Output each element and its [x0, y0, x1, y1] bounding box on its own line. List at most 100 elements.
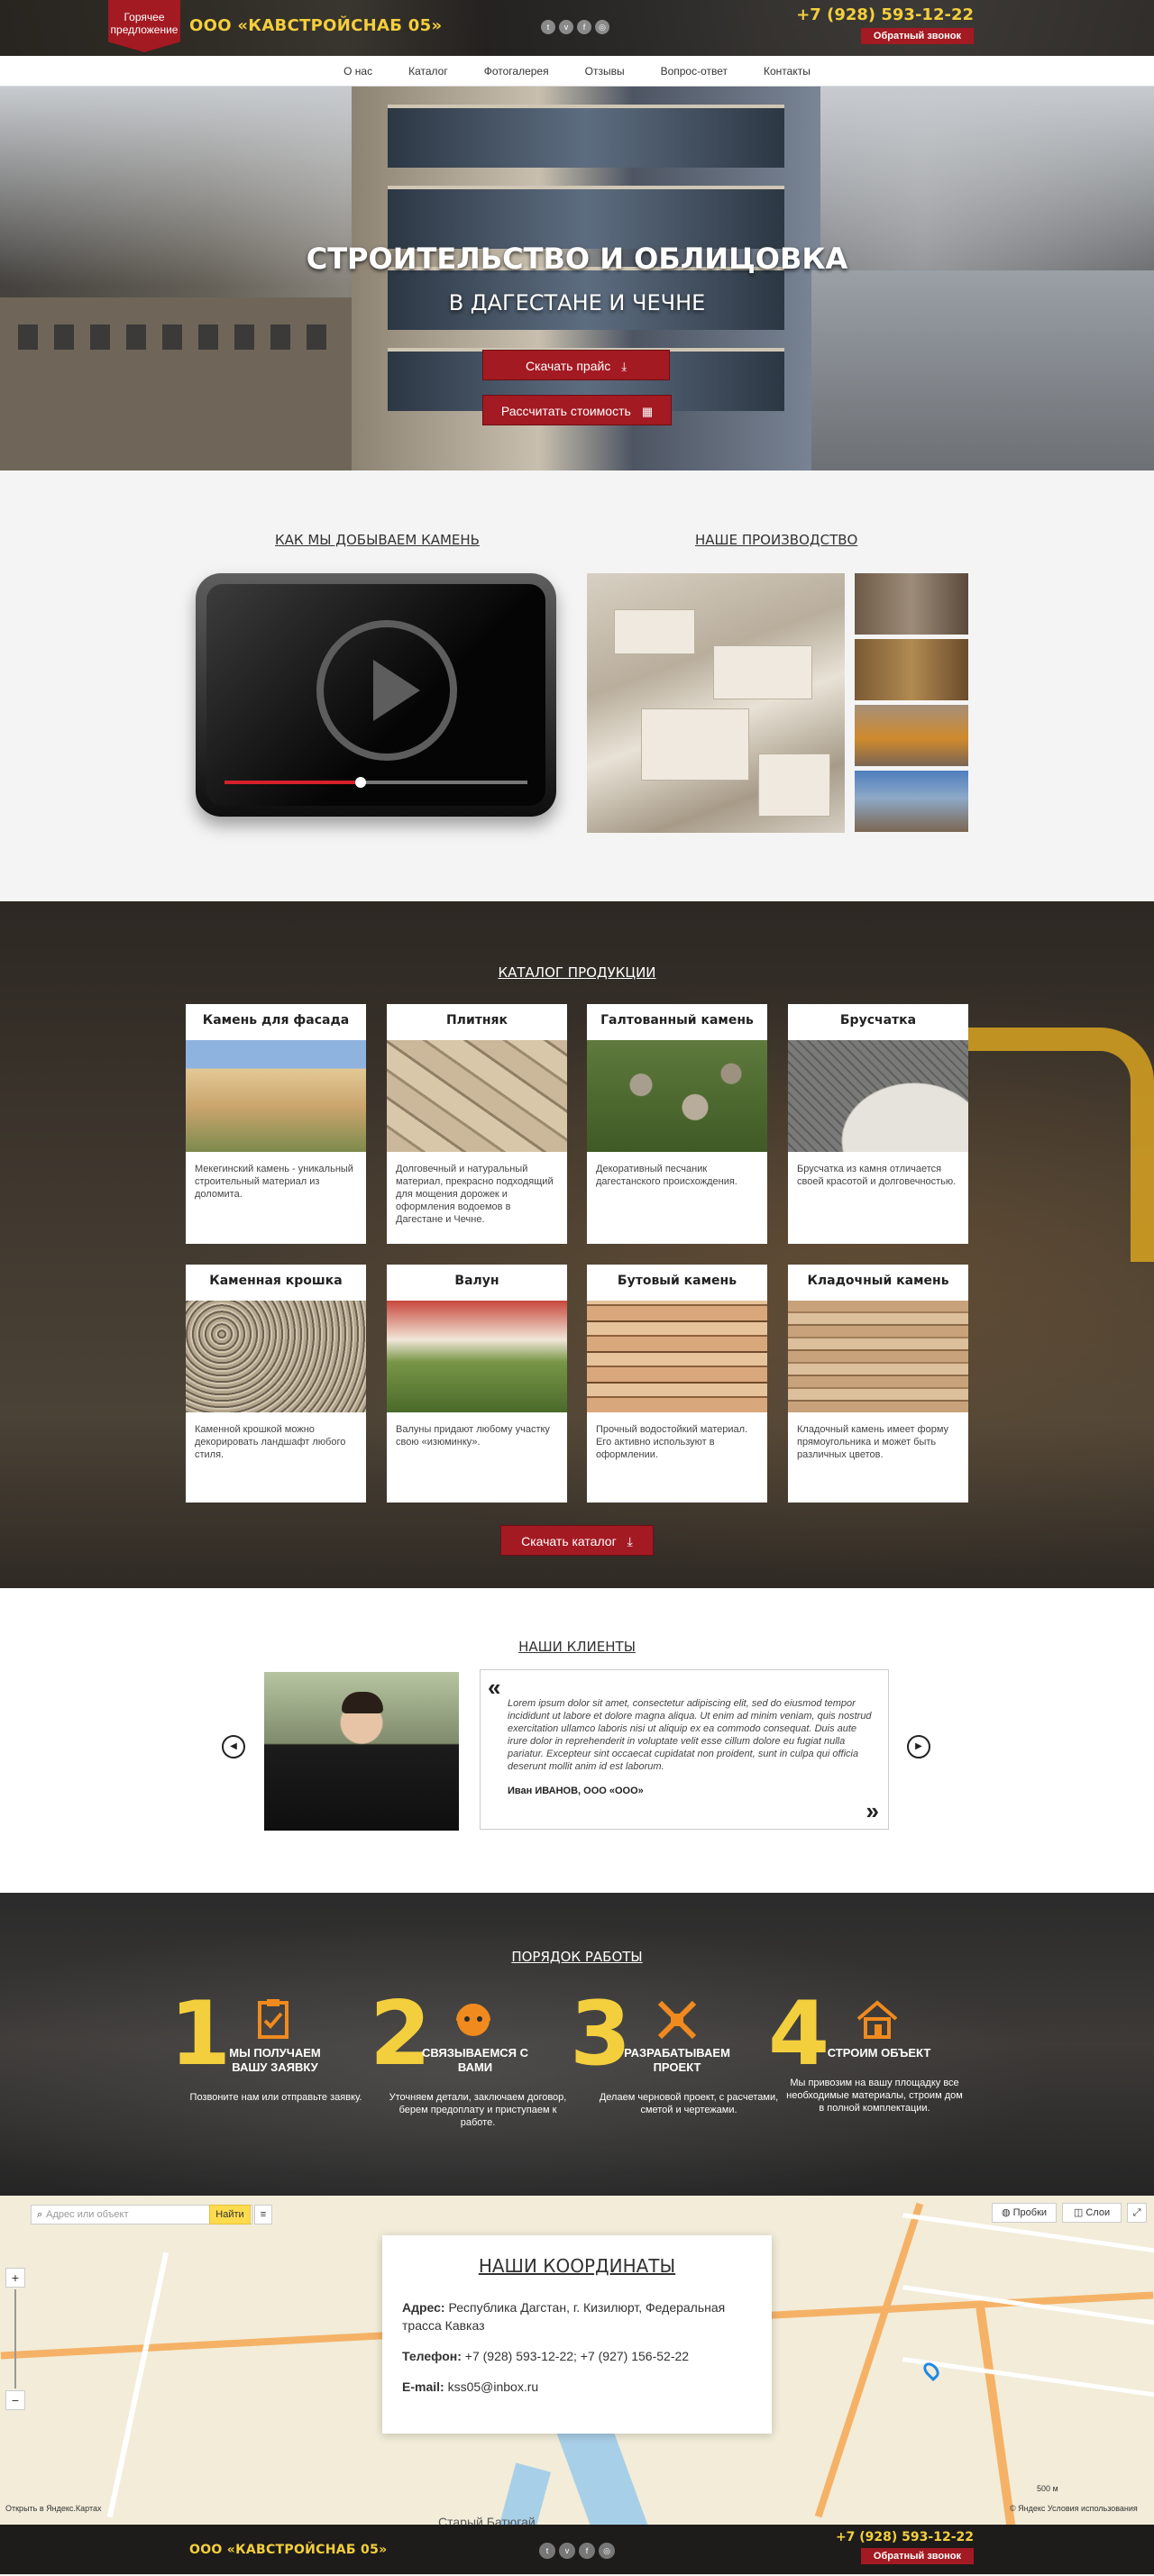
step-description: Уточняем детали, заключаем договор, бере…: [389, 2092, 567, 2128]
map-layers-button[interactable]: ◫ Слои: [1062, 2203, 1122, 2223]
catalog-card-image: [587, 1040, 767, 1152]
catalog-card-masonry-stone[interactable]: Кладочный камень Кладочный камень имеет …: [788, 1265, 968, 1503]
phone-value[interactable]: +7 (928) 593-12-22; +7 (927) 156-52-22: [465, 2349, 689, 2363]
catalog-card-rubble-stone[interactable]: Бутовый камень Прочный водостойкий матер…: [587, 1265, 767, 1503]
video-progress-bar[interactable]: [224, 777, 527, 788]
contacts-card: НАШИ КООРДИНАТЫ Адрес: Республика Дагста…: [382, 2235, 772, 2434]
production-thumb-2[interactable]: [855, 639, 968, 700]
step-description: Делаем черновой проект, с расчетами, сме…: [599, 2092, 779, 2115]
download-price-button[interactable]: Скачать прайс ⤓: [482, 350, 670, 380]
production-thumb-4[interactable]: [855, 771, 968, 832]
client-photo: [264, 1672, 459, 1831]
map-copyright[interactable]: © Яндекс Условия использования: [1010, 2504, 1138, 2513]
catalog-card-tumbled-stone[interactable]: Галтованный камень Декоративный песчаник…: [587, 1004, 767, 1244]
contacts-address: Адрес: Республика Дагстан, г. Кизилюрт, …: [402, 2298, 752, 2334]
nav-item-catalog[interactable]: Каталог: [408, 65, 448, 78]
progress-knob[interactable]: [355, 777, 367, 788]
search-icon: ⌕: [37, 2209, 43, 2220]
footer-contacts: +7 (928) 593-12-22 Обратный звонок: [836, 2530, 974, 2564]
catalog-card-title: Галтованный камень: [600, 1013, 754, 1028]
zoom-slider[interactable]: [14, 2289, 16, 2389]
open-in-yandex-link[interactable]: Открыть в Яндекс.Картах: [5, 2504, 101, 2513]
map-routes-icon[interactable]: ≡: [254, 2205, 272, 2224]
facebook-icon[interactable]: f: [577, 20, 591, 34]
catalog-card-title: Валун: [454, 1274, 499, 1288]
catalog-card-stone-chips[interactable]: Каменная крошка Каменной крошкой можно д…: [186, 1265, 366, 1503]
catalog-card-image: [587, 1301, 767, 1412]
testimonial-box: « Lorem ipsum dolor sit amet, consectetu…: [480, 1669, 889, 1830]
production-thumb-1[interactable]: [855, 573, 968, 635]
download-catalog-button[interactable]: Скачать каталог ⤓: [500, 1525, 654, 1556]
footer-callback-button[interactable]: Обратный звонок: [860, 2548, 974, 2564]
catalog-card-description: Каменной крошкой можно декорировать ланд…: [195, 1424, 346, 1460]
zoom-in-button[interactable]: +: [5, 2268, 25, 2288]
clients-title[interactable]: НАШИ КЛИЕНТЫ: [0, 1639, 1154, 1655]
hero-subtitle: В ДАГЕСТАНЕ И ЧЕЧНЕ: [448, 290, 706, 315]
footer-social-links: t v f ◎: [539, 2543, 615, 2559]
vk-icon[interactable]: v: [559, 2543, 575, 2559]
step-title: СВЯЗЫВАЕМСЯ С ВАМИ: [421, 2046, 529, 2074]
catalog-card-description: Прочный водостойкий материал. Его активн…: [596, 1424, 748, 1460]
catalog-card-paving-stone[interactable]: Брусчатка Брусчатка из камня отличается …: [788, 1004, 968, 1244]
map-scale: 500 м: [1037, 2484, 1058, 2493]
map-traffic-button[interactable]: ◍ Пробки: [992, 2203, 1057, 2223]
brand-name[interactable]: ООО «КАВСТРОЙСНАБ 05»: [189, 16, 442, 35]
nav-item-faq[interactable]: Вопрос-ответ: [661, 65, 728, 78]
nav-item-about[interactable]: О нас: [343, 65, 372, 78]
facebook-icon[interactable]: f: [579, 2543, 595, 2559]
catalog-card-description: Брусчатка из камня отличается своей крас…: [797, 1164, 957, 1187]
step-title: СТРОИМ ОБЪЕКТ: [827, 2046, 931, 2060]
nav-item-contacts[interactable]: Контакты: [764, 65, 811, 78]
hot-offer-badge[interactable]: Горячее предложение: [108, 0, 180, 52]
calculate-cost-button[interactable]: Рассчитать стоимость ▦: [482, 395, 672, 425]
step-description: Мы привозим на вашу площадку все необход…: [786, 2078, 963, 2114]
address-label: Адрес:: [402, 2300, 445, 2315]
clipboard-icon: [258, 1999, 288, 2039]
main-nav: О нас Каталог Фотогалерея Отзывы Вопрос-…: [0, 56, 1154, 87]
fullscreen-icon[interactable]: ⤢: [1127, 2203, 1147, 2223]
layers-icon: ◫: [1073, 2207, 1086, 2218]
header-phone[interactable]: +7 (928) 593-12-22: [796, 5, 974, 24]
video-section-title[interactable]: КАК МЫ ДОБЫВАЕМ КАМЕНЬ: [275, 532, 480, 548]
email-value[interactable]: kss05@inbox.ru: [448, 2380, 539, 2394]
catalog-card-boulder[interactable]: Валун Валуны придают любому участку свою…: [387, 1265, 567, 1503]
catalog-card-description: Декоративный песчаник дагестанского прои…: [596, 1164, 737, 1187]
traffic-icon: ◍: [1001, 2207, 1013, 2218]
hero-building-left: [0, 297, 361, 470]
social-links: t v f ◎: [541, 20, 609, 34]
catalog-card-facade-stone[interactable]: Камень для фасада Мекегинский камень - у…: [186, 1004, 366, 1244]
house-icon: [856, 2000, 898, 2039]
footer-brand[interactable]: ООО «КАВСТРОЙСНАБ 05»: [189, 2543, 387, 2557]
vk-icon[interactable]: v: [559, 20, 573, 34]
instagram-icon[interactable]: ◎: [595, 20, 609, 34]
calculate-cost-label: Рассчитать стоимость: [500, 404, 631, 418]
instagram-icon[interactable]: ◎: [599, 2543, 615, 2559]
catalog-card-description: Мекегинский камень - уникальный строител…: [195, 1164, 353, 1200]
step-number: 4: [768, 1983, 830, 2086]
catalog-card-image: [186, 1301, 366, 1412]
quote-open-icon: «: [488, 1674, 501, 1701]
callback-button[interactable]: Обратный звонок: [860, 28, 974, 44]
map-find-button[interactable]: Найти: [209, 2205, 251, 2224]
hero-title: СТРОИТЕЛЬСТВО И ОБЛИЦОВКА: [306, 242, 848, 276]
production-section-title[interactable]: НАШЕ ПРОИЗВОДСТВО: [695, 532, 857, 548]
twitter-icon[interactable]: t: [541, 20, 555, 34]
nav-item-gallery[interactable]: Фотогалерея: [484, 65, 549, 78]
play-icon[interactable]: [316, 620, 457, 761]
catalog-card-title: Плитняк: [445, 1013, 508, 1028]
top-bar: Горячее предложение ООО «КАВСТРОЙСНАБ 05…: [0, 0, 1154, 56]
catalog-title[interactable]: КАТАЛОГ ПРОДУКЦИИ: [0, 964, 1154, 981]
catalog-card-description: Долговечный и натуральный материал, прек…: [396, 1164, 554, 1225]
testimonial-author: Иван ИВАНОВ, ООО «ООО»: [508, 1786, 644, 1796]
video-player[interactable]: [196, 573, 556, 817]
prev-arrow-icon[interactable]: ◀: [222, 1735, 245, 1758]
production-photo-main[interactable]: [587, 573, 845, 833]
zoom-out-button[interactable]: −: [5, 2390, 25, 2410]
next-arrow-icon[interactable]: ▶: [907, 1735, 930, 1758]
catalog-card-flagstone[interactable]: Плитняк Долговечный и натуральный матери…: [387, 1004, 567, 1244]
nav-item-reviews[interactable]: Отзывы: [585, 65, 625, 78]
footer-phone[interactable]: +7 (928) 593-12-22: [836, 2530, 974, 2544]
twitter-icon[interactable]: t: [539, 2543, 555, 2559]
production-thumb-3[interactable]: [855, 705, 968, 766]
order-title[interactable]: ПОРЯДОК РАБОТЫ: [0, 1949, 1154, 1965]
